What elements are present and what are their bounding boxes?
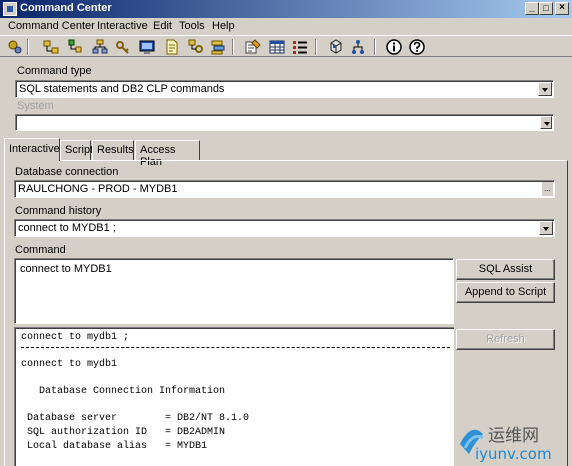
output-line: connect to mydb1 <box>21 359 118 370</box>
output-line: Database Connection Information <box>21 386 226 397</box>
command-history-select[interactable]: connect to MYDB1 ; <box>14 219 555 237</box>
key-tree-icon[interactable] <box>187 38 205 56</box>
watermark-brand: 运维网 <box>488 426 539 446</box>
output-line: SQL authorization ID = DB2ADMIN <box>21 427 226 438</box>
tab-results[interactable]: Results <box>92 140 134 160</box>
toolbar-separator <box>27 39 29 55</box>
menu-edit[interactable]: Edit <box>153 20 172 32</box>
chevron-down-icon[interactable] <box>539 221 553 235</box>
output-divider <box>21 347 450 348</box>
network-icon[interactable] <box>91 38 109 56</box>
system-select <box>15 114 554 131</box>
watermark-url: iyunv.com <box>475 445 552 463</box>
database-connection-label: Database connection <box>15 166 119 178</box>
title-bar[interactable]: Command Center _ □ × <box>0 0 572 18</box>
key-icon[interactable] <box>114 38 132 56</box>
cube-icon[interactable] <box>327 38 345 56</box>
append-to-script-label: Append to Script <box>464 286 547 298</box>
command-history-label: Command history <box>15 205 102 217</box>
tree-icon[interactable] <box>66 38 84 56</box>
toolbar-separator <box>374 39 376 55</box>
refresh-label: Refresh <box>486 333 525 345</box>
chevron-down-icon[interactable] <box>538 82 552 96</box>
tree-branch-icon[interactable] <box>349 38 367 56</box>
command-type-select[interactable]: SQL statements and DB2 CLP commands <box>15 80 554 98</box>
menu-help[interactable]: Help <box>212 20 235 32</box>
system-label: System <box>17 100 54 112</box>
window-title: Command Center <box>20 2 112 14</box>
list-icon[interactable] <box>291 38 309 56</box>
info-icon[interactable] <box>385 38 403 56</box>
output-line: Local database alias = MYDB1 <box>21 441 208 452</box>
command-text: connect to MYDB1 <box>20 263 112 275</box>
stack-icon[interactable] <box>209 38 227 56</box>
command-history-value: connect to MYDB1 ; <box>18 222 116 234</box>
folder-tree-icon[interactable] <box>42 38 60 56</box>
monitor-icon[interactable] <box>138 38 156 56</box>
toolbar <box>0 35 572 57</box>
close-button[interactable]: × <box>555 2 569 15</box>
sql-assist-label: SQL Assist <box>478 263 533 275</box>
refresh-button[interactable]: Refresh <box>456 329 555 350</box>
menu-tools[interactable]: Tools <box>179 20 205 32</box>
command-textarea[interactable]: connect to MYDB1 <box>14 258 454 324</box>
tab-interactive[interactable]: Interactive <box>4 138 60 161</box>
database-connection-field[interactable]: RAULCHONG - PROD - MYDB1 ... <box>14 180 555 198</box>
command-label: Command <box>15 244 66 256</box>
toolbar-separator <box>232 39 234 55</box>
database-connection-value: RAULCHONG - PROD - MYDB1 <box>18 183 178 195</box>
command-type-label: Command type <box>17 65 92 77</box>
output-line: Database server = DB2/NT 8.1.0 <box>21 413 250 424</box>
edit-list-icon[interactable] <box>244 38 262 56</box>
command-type-value: SQL statements and DB2 CLP commands <box>19 83 225 95</box>
output-pane[interactable]: connect to mydb1 ; connect to mydb1 Data… <box>14 327 454 466</box>
browse-button[interactable]: ... <box>541 182 553 196</box>
db-connect-icon[interactable] <box>6 38 24 56</box>
document-icon[interactable] <box>163 38 181 56</box>
maximize-button[interactable]: □ <box>539 2 553 15</box>
menu-interactive[interactable]: Interactive <box>97 20 148 32</box>
menu-bar: Command Center Interactive Edit Tools He… <box>0 18 572 35</box>
app-icon[interactable] <box>3 2 17 16</box>
append-to-script-button[interactable]: Append to Script <box>456 282 555 303</box>
output-header: connect to mydb1 ; <box>21 332 130 343</box>
system-dropdown-button <box>540 116 552 129</box>
grid-icon[interactable] <box>268 38 286 56</box>
toolbar-separator <box>315 39 317 55</box>
tab-access-plan[interactable]: Access Plan <box>135 140 200 168</box>
help-icon[interactable] <box>408 38 426 56</box>
tab-script[interactable]: Script <box>60 140 93 160</box>
menu-command-center[interactable]: Command Center <box>8 20 95 32</box>
watermark: 运维网 iyunv.com <box>455 416 572 466</box>
minimize-button[interactable]: _ <box>525 2 539 15</box>
sql-assist-button[interactable]: SQL Assist <box>456 259 555 280</box>
